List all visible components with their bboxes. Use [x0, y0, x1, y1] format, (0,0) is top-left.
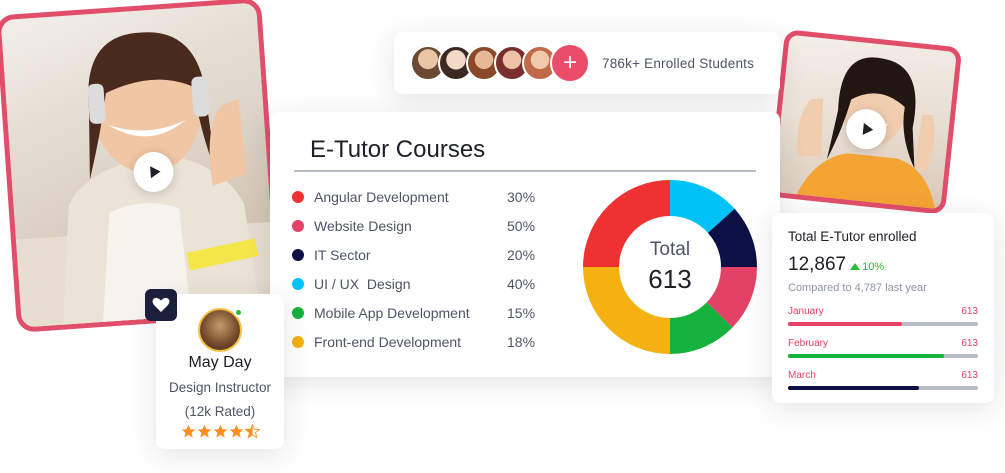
month-progress: January 613: [788, 306, 978, 326]
donut-total-value: 613: [648, 264, 691, 294]
progress-fill: [788, 386, 920, 390]
legend-dot: [292, 219, 304, 232]
legend-item: Front-end Development 18%: [292, 327, 547, 356]
courses-legend: Angular Development 30% Website Design 5…: [292, 182, 547, 356]
star-icon: [181, 424, 195, 438]
month-progress: February 613: [788, 338, 978, 358]
progress-track: [788, 386, 978, 390]
progress-fill: [788, 354, 944, 358]
course-name: UI / UX Design: [314, 275, 411, 292]
courses-card: E-Tutor Courses Angular Development 30% …: [270, 112, 780, 377]
month-value: 613: [961, 370, 978, 381]
course-name: IT Sector: [314, 246, 371, 263]
divider: [294, 170, 756, 172]
course-percent: 30%: [507, 188, 536, 205]
legend-dot: [292, 248, 304, 261]
enrollment-stats-card: Total E-Tutor enrolled 12,867 10% Compar…: [772, 213, 994, 403]
month-value: 613: [961, 338, 978, 349]
instructor-rating: (12k Rated): [184, 404, 256, 419]
student-video-thumbnail[interactable]: [767, 29, 963, 215]
month-value: 613: [961, 306, 978, 317]
star-rating: [156, 424, 284, 439]
star-icon: [213, 424, 227, 438]
star-icon: [229, 424, 243, 438]
course-name: Angular Development: [314, 188, 449, 205]
course-name: Mobile App Development: [314, 304, 470, 321]
enrolled-students-label: 786k+ Enrolled Students: [602, 55, 755, 71]
heart-icon: [152, 297, 170, 312]
legend-item: IT Sector 20%: [292, 240, 547, 269]
course-name: Website Design: [314, 217, 412, 234]
course-percent: 50%: [507, 217, 536, 234]
enrollment-delta: 10%: [850, 261, 884, 273]
course-percent: 15%: [507, 304, 536, 321]
legend-dot: [292, 277, 304, 290]
course-percent: 20%: [507, 246, 536, 263]
arrow-up-icon: [850, 263, 861, 270]
course-percent: 40%: [507, 275, 536, 292]
enrollment-value: 12,867: [788, 254, 847, 275]
courses-title: E-Tutor Courses: [310, 136, 486, 163]
legend-item: Mobile App Development 15%: [292, 298, 547, 327]
enrollment-comparison: Compared to 4,787 last year: [788, 282, 927, 294]
courses-donut-chart: Total 613: [583, 180, 757, 354]
instructor-name: May Day: [188, 354, 252, 371]
legend-item: UI / UX Design 40%: [292, 269, 547, 298]
course-percent: 18%: [507, 333, 536, 350]
instructor-video-thumbnail[interactable]: [0, 0, 283, 333]
month-label: February: [788, 338, 829, 349]
star-icon: [197, 424, 211, 438]
donut-total-label: Total: [650, 239, 690, 260]
progress-track: [788, 322, 978, 326]
course-name: Front-end Development: [314, 333, 462, 350]
favorite-button[interactable]: [145, 289, 177, 321]
month-progress: March 613: [788, 370, 978, 390]
enrolled-students-bar: + 786k+ Enrolled Students: [394, 32, 780, 94]
online-status-icon: [234, 308, 243, 317]
legend-dot: [292, 190, 304, 203]
progress-fill: [788, 322, 902, 326]
progress-track: [788, 354, 978, 358]
legend-item: Website Design 50%: [292, 211, 547, 240]
month-label: March: [788, 370, 816, 381]
instructor-role: Design Instructor: [168, 380, 272, 395]
legend-item: Angular Development 30%: [292, 182, 547, 211]
plus-icon[interactable]: +: [550, 43, 590, 83]
enrollment-title: Total E-Tutor enrolled: [788, 229, 917, 244]
legend-dot: [292, 306, 304, 319]
half-star-icon: [244, 424, 260, 439]
enrollment-value-row: 12,867 10%: [788, 254, 978, 276]
legend-dot: [292, 335, 304, 348]
enrollment-delta-value: 10%: [862, 261, 885, 273]
month-label: January: [788, 306, 824, 317]
